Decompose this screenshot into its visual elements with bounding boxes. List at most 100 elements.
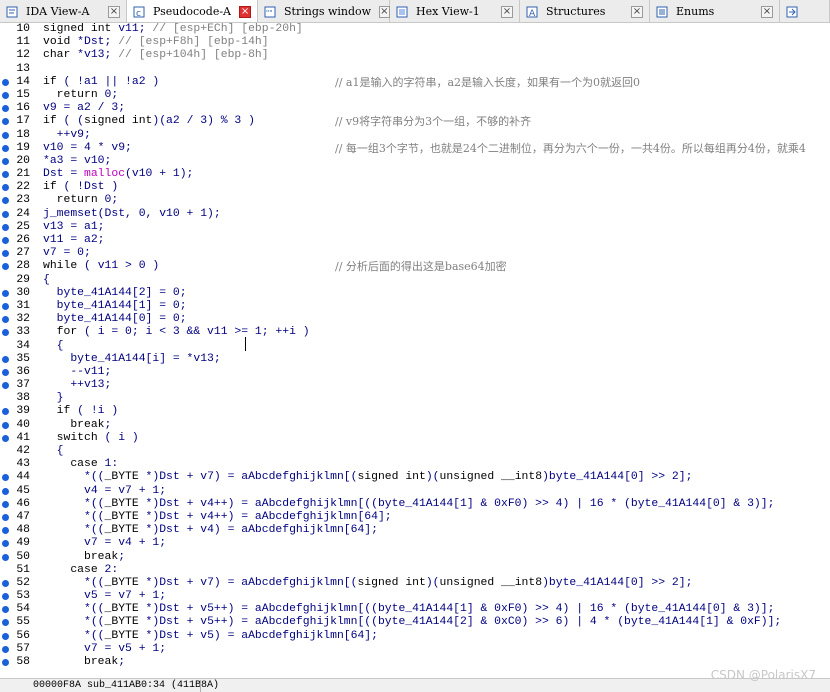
code-text[interactable]: break;: [43, 551, 125, 564]
code-line[interactable]: 28 while ( v11 > 0 ) // 分析后面的得出这是base64加密: [0, 260, 830, 273]
code-text[interactable]: j_memset(Dst, 0, v10 + 1);: [43, 208, 221, 221]
code-line[interactable]: 23 return 0;: [0, 194, 830, 207]
breakpoint-dot-icon[interactable]: [2, 105, 9, 113]
breakpoint-dot-icon[interactable]: [2, 237, 9, 244]
code-line[interactable]: 55 *((_BYTE *)Dst + v5++) = aAbcdefghijk…: [0, 616, 830, 629]
code-line[interactable]: 12 char *v13; // [esp+104h] [ebp-8h]: [0, 49, 830, 62]
close-icon[interactable]: ×: [631, 5, 643, 18]
code-line[interactable]: 26 v11 = a2;: [0, 234, 830, 247]
tab-enums[interactable]: Enums ×: [650, 0, 780, 22]
breakpoint-dot-icon[interactable]: [2, 593, 9, 601]
breakpoint-dot-icon[interactable]: [2, 382, 9, 390]
breakpoint-dot-icon[interactable]: [2, 487, 9, 495]
code-text[interactable]: {: [43, 445, 64, 458]
breakpoint-dot-icon[interactable]: [2, 316, 9, 324]
tab-structures[interactable]: A Structures ×: [520, 0, 650, 22]
tab-pseudocode-a[interactable]: c Pseudocode-A ×: [127, 0, 258, 22]
code-line[interactable]: 30 byte_41A144[2] = 0;: [0, 287, 830, 300]
code-text[interactable]: v10 = 4 * v9;: [43, 142, 132, 155]
code-line[interactable]: 40 break;: [0, 419, 830, 432]
breakpoint-dot-icon[interactable]: [2, 619, 9, 627]
breakpoint-dot-icon[interactable]: [2, 263, 9, 271]
code-line[interactable]: 22 if ( !Dst ): [0, 181, 830, 194]
code-text[interactable]: *((_BYTE *)Dst + v5++) = aAbcdefghijklmn…: [43, 616, 781, 629]
code-text[interactable]: v4 = v7 + 1;: [43, 485, 166, 498]
code-text[interactable]: *a3 = v10;: [43, 155, 111, 168]
code-text[interactable]: byte_41A144[1] = 0;: [43, 300, 187, 313]
code-text[interactable]: v7 = v5 + 1;: [43, 643, 166, 656]
code-line[interactable]: 33 for ( i = 0; i < 3 && v11 >= 1; ++i ): [0, 326, 830, 339]
code-text[interactable]: case 2:: [43, 564, 118, 577]
breakpoint-dot-icon[interactable]: [2, 368, 9, 376]
code-text[interactable]: byte_41A144[2] = 0;: [43, 287, 187, 300]
breakpoint-dot-icon[interactable]: [2, 659, 9, 666]
code-line[interactable]: 21 Dst = malloc(v10 + 1);: [0, 168, 830, 181]
code-line[interactable]: 50 break;: [0, 551, 830, 564]
code-text[interactable]: void *Dst; // [esp+F8h] [ebp-14h]: [43, 36, 269, 49]
breakpoint-dot-icon[interactable]: [2, 91, 9, 99]
code-text[interactable]: if ( (signed int)(a2 / 3) % 3 ): [43, 115, 255, 128]
tab-hex-view-1[interactable]: Hex View-1 ×: [390, 0, 520, 22]
breakpoint-dot-icon[interactable]: [2, 421, 9, 429]
code-line[interactable]: 54 *((_BYTE *)Dst + v5++) = aAbcdefghijk…: [0, 603, 830, 616]
code-text[interactable]: while ( v11 > 0 ): [43, 260, 159, 273]
close-icon[interactable]: ×: [239, 5, 251, 18]
code-text[interactable]: v13 = a1;: [43, 221, 105, 234]
breakpoint-dot-icon[interactable]: [2, 250, 9, 258]
code-comment[interactable]: // 每一组3个字节，也就是24个二进制位，再分为六个一份，一共4份。所以每组再…: [335, 142, 806, 155]
code-text[interactable]: ++v9;: [43, 129, 91, 142]
breakpoint-dot-icon[interactable]: [2, 355, 9, 363]
code-line[interactable]: 46 *((_BYTE *)Dst + v4++) = aAbcdefghijk…: [0, 498, 830, 511]
code-text[interactable]: *((_BYTE *)Dst + v7) = aAbcdefghijklmn[(…: [43, 577, 692, 590]
code-text[interactable]: for ( i = 0; i < 3 && v11 >= 1; ++i ): [43, 326, 310, 339]
breakpoint-dot-icon[interactable]: [2, 197, 9, 205]
code-line[interactable]: 52 *((_BYTE *)Dst + v7) = aAbcdefghijklm…: [0, 577, 830, 590]
code-text[interactable]: }: [43, 392, 64, 405]
code-text[interactable]: *((_BYTE *)Dst + v4) = aAbcdefghijklmn[6…: [43, 524, 378, 537]
code-line[interactable]: 38 }: [0, 392, 830, 405]
breakpoint-dot-icon[interactable]: [2, 474, 9, 482]
code-text[interactable]: --v11;: [43, 366, 111, 379]
code-line[interactable]: 15 return 0;: [0, 89, 830, 102]
code-text[interactable]: switch ( i ): [43, 432, 139, 445]
breakpoint-dot-icon[interactable]: [2, 645, 9, 653]
code-line[interactable]: 53 v5 = v7 + 1;: [0, 590, 830, 603]
breakpoint-dot-icon[interactable]: [2, 223, 9, 231]
code-text[interactable]: char *v13; // [esp+104h] [ebp-8h]: [43, 49, 269, 62]
tab-strings-window[interactable]: "" Strings window ×: [258, 0, 390, 22]
code-text[interactable]: break;: [43, 419, 111, 432]
code-line[interactable]: 27 v7 = 0;: [0, 247, 830, 260]
code-text[interactable]: {: [43, 340, 64, 353]
code-text[interactable]: v7 = 0;: [43, 247, 91, 260]
code-line[interactable]: 47 *((_BYTE *)Dst + v4++) = aAbcdefghijk…: [0, 511, 830, 524]
close-icon[interactable]: ×: [501, 5, 513, 18]
code-line[interactable]: 44 *((_BYTE *)Dst + v7) = aAbcdefghijklm…: [0, 471, 830, 484]
code-text[interactable]: v11 = a2;: [43, 234, 105, 247]
breakpoint-dot-icon[interactable]: [2, 632, 9, 640]
code-text[interactable]: v7 = v4 + 1;: [43, 537, 166, 550]
breakpoint-dot-icon[interactable]: [2, 540, 9, 548]
code-line[interactable]: 16 v9 = a2 / 3;: [0, 102, 830, 115]
code-text[interactable]: signed int v11; // [esp+ECh] [ebp-20h]: [43, 23, 303, 36]
breakpoint-dot-icon[interactable]: [2, 606, 9, 614]
code-text[interactable]: *((_BYTE *)Dst + v4++) = aAbcdefghijklmn…: [43, 498, 774, 511]
code-line[interactable]: 20 *a3 = v10;: [0, 155, 830, 168]
code-text[interactable]: if ( !i ): [43, 405, 119, 418]
code-line[interactable]: 14 if ( !a1 || !a2 ) // a1是输入的字符串，a2是输入长度，…: [0, 76, 830, 89]
breakpoint-dot-icon[interactable]: [2, 210, 9, 218]
code-text[interactable]: *((_BYTE *)Dst + v5++) = aAbcdefghijklmn…: [43, 603, 774, 616]
code-line[interactable]: 34 {: [0, 340, 830, 353]
code-text[interactable]: ++v13;: [43, 379, 111, 392]
code-line[interactable]: 25 v13 = a1;: [0, 221, 830, 234]
code-line[interactable]: 57 v7 = v5 + 1;: [0, 643, 830, 656]
breakpoint-dot-icon[interactable]: [2, 78, 9, 86]
code-text[interactable]: v5 = v7 + 1;: [43, 590, 166, 603]
code-line[interactable]: 56 *((_BYTE *)Dst + v5) = aAbcdefghijklm…: [0, 630, 830, 643]
breakpoint-dot-icon[interactable]: [2, 302, 9, 310]
breakpoint-dot-icon[interactable]: [2, 434, 9, 442]
code-text[interactable]: byte_41A144[i] = *v13;: [43, 353, 220, 366]
pseudocode-view[interactable]: 10 signed int v11; // [esp+ECh] [ebp-20h]…: [0, 23, 830, 678]
code-line[interactable]: 11 void *Dst; // [esp+F8h] [ebp-14h]: [0, 36, 830, 49]
breakpoint-dot-icon[interactable]: [2, 527, 9, 535]
code-line[interactable]: 31 byte_41A144[1] = 0;: [0, 300, 830, 313]
